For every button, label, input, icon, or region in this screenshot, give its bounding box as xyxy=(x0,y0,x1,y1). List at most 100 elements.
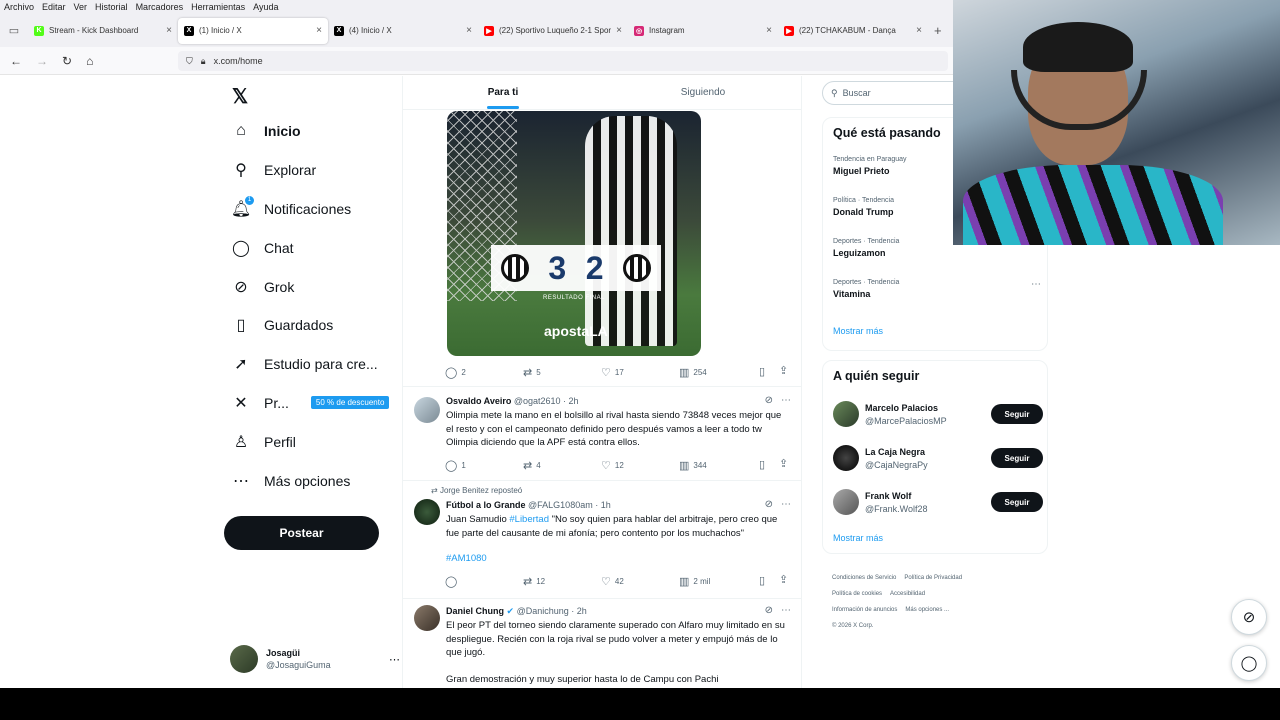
reply-button[interactable]: ◯ 1 xyxy=(445,459,523,472)
home-browser-icon[interactable]: ⌂ xyxy=(86,54,93,68)
menu-historial[interactable]: Historial xyxy=(95,2,128,12)
sidebar-item-chat[interactable]: ◯ Chat xyxy=(222,228,402,267)
author-meta: @ogat2610 · 2h xyxy=(513,396,579,406)
reload-icon[interactable]: ↻ xyxy=(62,54,72,68)
tweet-item[interactable]: Osvaldo Aveiro @ogat2610 · 2h ⊘ ⋯ Olimpi… xyxy=(403,386,801,480)
tweet-actions: ◯ ⇄ 12 ♡ 42 ▥ 2 mil xyxy=(445,575,757,588)
menu-marcadores[interactable]: Marcadores xyxy=(136,2,184,12)
sidebar-item-inicio[interactable]: ⌂ Inicio xyxy=(222,112,402,151)
tweet-item[interactable]: ⇄ Jorge Benitez reposteó Fútbol a lo Gra… xyxy=(403,480,801,598)
show-more-follow[interactable]: Mostrar más xyxy=(833,533,883,543)
bookmark-icon[interactable]: ▯ xyxy=(759,365,765,378)
reposted-by[interactable]: Jorge Benitez reposteó xyxy=(440,486,522,495)
footer-link[interactable]: Más opciones ... xyxy=(905,607,949,613)
follow-button[interactable]: Seguir xyxy=(991,448,1043,468)
browser-tab[interactable]: ▶ (22) Sportivo Luqueño 2-1 Spor × xyxy=(478,18,628,44)
discount-badge[interactable]: 50 % de descuento xyxy=(310,396,390,410)
follow-button[interactable]: Seguir xyxy=(991,492,1043,512)
follow-suggestion[interactable]: Marcelo Palacios @MarcePalaciosMP Seguir xyxy=(833,399,1043,429)
menu-herramientas[interactable]: Herramientas xyxy=(191,2,245,12)
browser-tab[interactable]: K Stream - Kick Dashboard × xyxy=(28,18,178,44)
sidebar-item-notificaciones[interactable]: 🔔︎ 1 Notificaciones xyxy=(222,190,402,229)
share-icon[interactable]: ⇪ xyxy=(779,457,788,470)
sidebar-item-estudio-para-cre[interactable]: ➚ Estudio para cre... xyxy=(222,345,402,384)
footer-link[interactable]: Accesibilidad xyxy=(890,591,925,597)
grok-icon[interactable]: ⊘ xyxy=(765,395,773,406)
hashtag-link[interactable]: #Libertad xyxy=(509,514,549,525)
tweet-item[interactable]: Daniel Chung ✔ @Danichung · 2h ⊘ ⋯ El pe… xyxy=(403,598,801,688)
browser-tab[interactable]: X (1) Inicio / X × xyxy=(178,17,328,44)
post-button[interactable]: Postear xyxy=(224,516,379,550)
views-button[interactable]: ▥ 2 mil xyxy=(679,575,757,588)
hashtag-link[interactable]: #AM1080 xyxy=(446,552,791,566)
reply-button[interactable]: ◯ 2 xyxy=(445,366,523,379)
footer-link[interactable]: Condiciones de Servicio xyxy=(832,575,896,581)
footer-link[interactable]: Política de Privacidad xyxy=(904,575,962,581)
new-tab-icon[interactable]: + xyxy=(934,23,942,38)
author-name[interactable]: Fútbol a lo Grande xyxy=(446,500,526,510)
forward-icon[interactable]: → xyxy=(36,54,48,68)
avatar xyxy=(414,499,440,525)
share-icon[interactable]: ⇪ xyxy=(779,364,788,377)
close-icon[interactable]: × xyxy=(166,25,172,36)
sidebar-item-guardados[interactable]: ▯ Guardados xyxy=(222,306,402,345)
close-icon[interactable]: × xyxy=(616,25,622,36)
repost-button[interactable]: ⇄ 4 xyxy=(523,459,601,472)
follow-button[interactable]: Seguir xyxy=(991,404,1043,424)
more-icon[interactable]: ⋯ xyxy=(781,499,791,510)
tab-para-ti[interactable]: Para ti xyxy=(403,76,603,109)
share-icon[interactable]: ⇪ xyxy=(779,573,788,586)
like-button[interactable]: ♡ 42 xyxy=(601,575,679,588)
tab-list-icon[interactable]: ▭ xyxy=(0,24,28,37)
browser-tab[interactable]: ▶ (22) TCHAKABUM - Dança × xyxy=(778,18,928,44)
grok-icon[interactable]: ⊘ xyxy=(765,499,773,510)
back-icon[interactable]: ← xyxy=(10,54,22,68)
browser-tab[interactable]: X (4) Inicio / X × xyxy=(328,18,478,44)
menu-archivo[interactable]: Archivo xyxy=(4,2,34,12)
browser-tab[interactable]: ◎ Instagram × xyxy=(628,18,778,44)
sidebar-item-m-s-opciones[interactable]: ⋯ Más opciones xyxy=(222,461,402,500)
bookmark-icon[interactable]: ▯ xyxy=(759,574,765,587)
menu-editar[interactable]: Editar xyxy=(42,2,66,12)
footer-link[interactable]: Información de anuncios xyxy=(832,607,897,613)
tab-title: (22) TCHAKABUM - Dança xyxy=(799,26,896,35)
team-crest-right xyxy=(623,254,652,282)
author-name[interactable]: Daniel Chung xyxy=(446,606,504,616)
grok-float-button[interactable]: ⊘ xyxy=(1231,599,1267,635)
close-icon[interactable]: × xyxy=(466,25,472,36)
tweet-media-image[interactable]: 3 2 RESULTADO FINAL apostaLA xyxy=(447,111,701,356)
menu-ver[interactable]: Ver xyxy=(74,2,88,12)
account-switcher[interactable]: Josagüi @JosaguiGuma ⋯ xyxy=(230,642,400,676)
author-name[interactable]: Osvaldo Aveiro xyxy=(446,396,511,406)
repost-button[interactable]: ⇄ 5 xyxy=(523,366,601,379)
sidebar-item-perfil[interactable]: ♙ Perfil xyxy=(222,422,402,461)
views-button[interactable]: ▥ 254 xyxy=(679,366,757,379)
tab-siguiendo[interactable]: Siguiendo xyxy=(603,76,801,109)
close-icon[interactable]: × xyxy=(316,25,322,36)
follow-suggestion[interactable]: Frank Wolf @Frank.Wolf28 Seguir xyxy=(833,487,1043,517)
sidebar-item-explorar[interactable]: ⚲ Explorar xyxy=(222,151,402,190)
like-button[interactable]: ♡ 12 xyxy=(601,459,679,472)
menu-ayuda[interactable]: Ayuda xyxy=(253,2,278,12)
sidebar-item-pr[interactable]: ✕ Pr... 50 % de descuento xyxy=(222,384,402,423)
trend-item[interactable]: Deportes · Tendencia Vitamina ⋯ xyxy=(833,279,1043,299)
footer-link[interactable]: Política de cookies xyxy=(832,591,882,597)
close-icon[interactable]: × xyxy=(766,25,772,36)
more-icon[interactable]: ⋯ xyxy=(781,605,791,616)
messages-float-button[interactable]: ◯ xyxy=(1231,645,1267,681)
close-icon[interactable]: × xyxy=(916,25,922,36)
x-logo-icon[interactable]: 𝕏 xyxy=(222,80,402,112)
url-bar[interactable]: ⛉ 🔒︎ x.com/home xyxy=(178,51,948,71)
bookmark-icon[interactable]: ▯ xyxy=(759,458,765,471)
more-icon[interactable]: ⋯ xyxy=(781,395,791,406)
reply-button[interactable]: ◯ xyxy=(445,575,523,588)
like-button[interactable]: ♡ 17 xyxy=(601,366,679,379)
sidebar-item-grok[interactable]: ⊘ Grok xyxy=(222,267,402,306)
more-icon[interactable]: ⋯ xyxy=(1031,279,1041,290)
more-icon[interactable]: ⋯ xyxy=(389,653,400,666)
repost-button[interactable]: ⇄ 12 xyxy=(523,575,601,588)
views-button[interactable]: ▥ 344 xyxy=(679,459,757,472)
grok-icon[interactable]: ⊘ xyxy=(765,605,773,616)
follow-suggestion[interactable]: La Caja Negra @CajaNegraPy Seguir xyxy=(833,443,1043,473)
show-more-trends[interactable]: Mostrar más xyxy=(833,326,883,336)
